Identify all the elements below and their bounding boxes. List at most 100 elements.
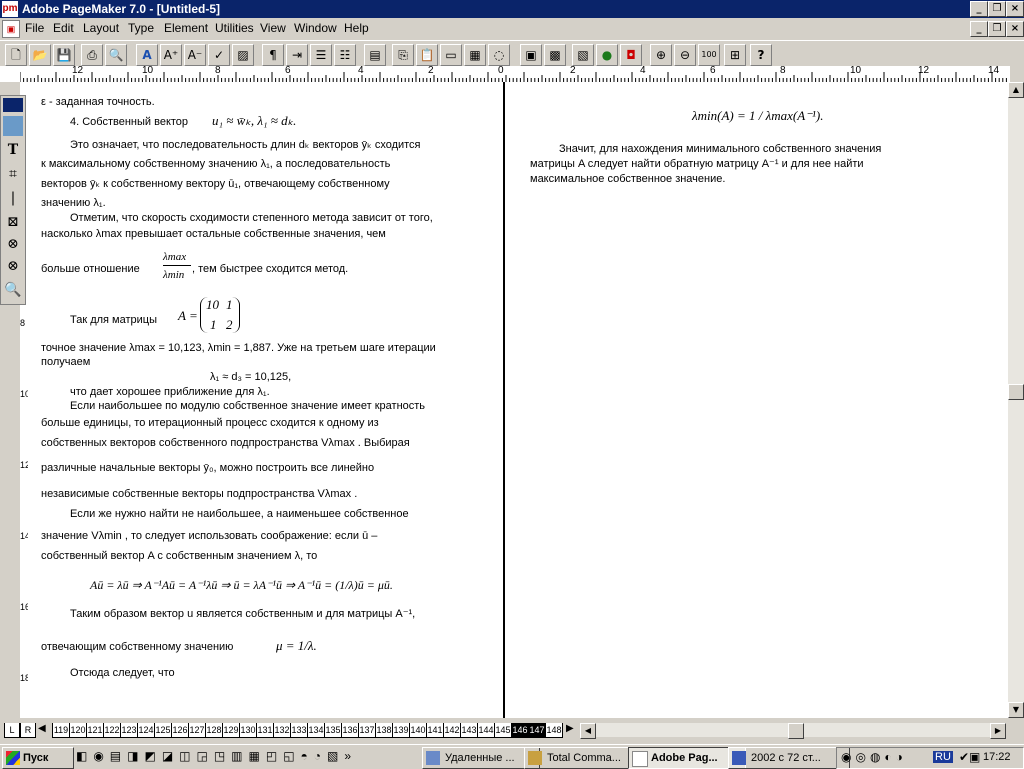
rectangle-frame-tool-icon[interactable]: ⊠ xyxy=(3,212,23,232)
link-icon[interactable]: ◌ xyxy=(488,44,510,66)
menu-utilities[interactable]: Utilities xyxy=(215,21,254,35)
vertical-scrollbar[interactable]: ▲ ▼ xyxy=(1008,82,1024,718)
horizontal-scrollbar[interactable]: ◀ ▶ xyxy=(580,723,1006,739)
paste-icon[interactable]: 📋 xyxy=(416,44,438,66)
numbering-icon[interactable]: ☷ xyxy=(334,44,356,66)
page-tab-143[interactable]: 143 xyxy=(460,723,478,738)
page-tab-128[interactable]: 128 xyxy=(205,723,223,738)
horizontal-ruler[interactable]: 12 10 8 6 4 2 0 2 4 6 8 10 12 14 xyxy=(20,66,1010,83)
tray-icons[interactable]: ◉◎◍◐◑ xyxy=(841,750,907,764)
page-tab-134[interactable]: 134 xyxy=(307,723,325,738)
zoom-in-icon[interactable]: ⊕ xyxy=(650,44,672,66)
page-tab-136[interactable]: 136 xyxy=(341,723,359,738)
copy-icon[interactable]: ⎘ xyxy=(392,44,414,66)
save-icon[interactable]: 💾 xyxy=(53,44,75,66)
page-tab-139[interactable]: 139 xyxy=(392,723,410,738)
scroll-down-button[interactable]: ▼ xyxy=(1008,702,1024,718)
hscroll-right-button[interactable]: ▶ xyxy=(990,723,1006,739)
page-tab-137[interactable]: 137 xyxy=(358,723,376,738)
pagemaker-app-icon[interactable]: pm xyxy=(2,1,18,17)
page-tab-146[interactable]: 146 xyxy=(511,723,529,738)
page-tab-129[interactable]: 129 xyxy=(222,723,240,738)
left-master-tab[interactable]: L xyxy=(4,723,20,738)
pointer-tool-icon[interactable] xyxy=(3,116,23,136)
page-tab-132[interactable]: 132 xyxy=(273,723,291,738)
fill-icon[interactable]: ▨ xyxy=(232,44,254,66)
polygon-frame-tool-icon[interactable]: ⊗ xyxy=(3,256,23,276)
page-tab-130[interactable]: 130 xyxy=(239,723,257,738)
menu-layout[interactable]: Layout xyxy=(83,21,119,35)
pdf-icon[interactable]: ◘ xyxy=(620,44,642,66)
frame-icon[interactable]: ▭ xyxy=(440,44,462,66)
document-icon[interactable]: ▣ xyxy=(2,20,20,38)
clock[interactable]: 17:22 xyxy=(983,751,1011,763)
page-tab-126[interactable]: 126 xyxy=(171,723,189,738)
doc-close-button[interactable]: × xyxy=(1006,21,1024,37)
help-icon[interactable]: ? xyxy=(750,44,772,66)
page-tab-120[interactable]: 120 xyxy=(69,723,87,738)
task-word-doc[interactable]: 2002 с 72 ст... xyxy=(728,747,850,769)
tray-extra-icons[interactable]: ✔▣ xyxy=(959,750,980,764)
paragraph-icon[interactable]: ¶ xyxy=(262,44,284,66)
page-tab-122[interactable]: 122 xyxy=(103,723,121,738)
zoom-out-icon[interactable]: ⊖ xyxy=(674,44,696,66)
page-tab-133[interactable]: 133 xyxy=(290,723,308,738)
quick-launch-icons[interactable]: ◧◉▤◨◩◪◫◲◳▥▦◰◱◓◔▧» xyxy=(76,749,416,765)
globe-icon[interactable]: ● xyxy=(596,44,618,66)
menu-element[interactable]: Element xyxy=(164,21,208,35)
text-tool-icon[interactable]: T xyxy=(3,140,23,160)
styles-icon[interactable]: ▤ xyxy=(364,44,386,66)
new-icon[interactable]: 🗋 xyxy=(5,44,27,66)
language-indicator[interactable]: RU xyxy=(933,751,953,763)
page-tab-119[interactable]: 119 xyxy=(52,723,70,738)
page-tab-123[interactable]: 123 xyxy=(120,723,138,738)
ruler-origin-box[interactable] xyxy=(0,66,20,83)
scroll-right-arrow[interactable]: ▶ xyxy=(566,723,574,734)
hscroll-thumb[interactable] xyxy=(788,723,804,739)
find-icon[interactable]: 🔍 xyxy=(105,44,127,66)
print-icon[interactable]: ⎙ xyxy=(81,44,103,66)
page-tab-131[interactable]: 131 xyxy=(256,723,274,738)
fit-window-icon[interactable]: ⊞ xyxy=(724,44,746,66)
page-tab-135[interactable]: 135 xyxy=(324,723,342,738)
doc-minimize-button[interactable]: _ xyxy=(970,21,988,37)
menu-window[interactable]: Window xyxy=(294,21,337,35)
scroll-up-button[interactable]: ▲ xyxy=(1008,82,1024,98)
export-image-icon[interactable]: ▧ xyxy=(572,44,594,66)
page-tab-125[interactable]: 125 xyxy=(154,723,172,738)
menu-edit[interactable]: Edit xyxy=(53,21,74,35)
page-tab-147[interactable]: 147 xyxy=(528,723,546,738)
line-tool-icon[interactable]: | xyxy=(3,188,23,208)
page-tab-148[interactable]: 148 xyxy=(545,723,563,738)
page-tab-121[interactable]: 121 xyxy=(86,723,104,738)
page-tab-124[interactable]: 124 xyxy=(137,723,155,738)
graphic-icon[interactable]: ▦ xyxy=(464,44,486,66)
start-button[interactable]: Пуск xyxy=(2,747,74,769)
place-image-icon[interactable]: ▩ xyxy=(544,44,566,66)
indents-tabs-icon[interactable]: ⇥ xyxy=(286,44,308,66)
page-tab-138[interactable]: 138 xyxy=(375,723,393,738)
page-tab-145[interactable]: 145 xyxy=(494,723,512,738)
bullets-icon[interactable]: ☰ xyxy=(310,44,332,66)
task-remote[interactable]: Удаленные ... xyxy=(422,747,540,769)
crop-tool-icon[interactable]: ⌗ xyxy=(3,164,23,184)
menu-help[interactable]: Help xyxy=(344,21,369,35)
ellipse-frame-tool-icon[interactable]: ⊗ xyxy=(3,234,23,254)
page-tab-140[interactable]: 140 xyxy=(409,723,427,738)
spelling-icon[interactable]: ✓ xyxy=(208,44,230,66)
scroll-thumb[interactable] xyxy=(1008,384,1024,400)
actual-size-icon[interactable]: 100 xyxy=(698,44,720,66)
scroll-left-arrow[interactable]: ◀ xyxy=(38,723,46,734)
close-button[interactable]: × xyxy=(1006,1,1024,17)
menu-type[interactable]: Type xyxy=(128,21,154,35)
font-size-decrease-icon[interactable]: A⁻ xyxy=(184,44,206,66)
open-icon[interactable]: 📂 xyxy=(29,44,51,66)
font-size-increase-icon[interactable]: A⁺ xyxy=(160,44,182,66)
page-tab-127[interactable]: 127 xyxy=(188,723,206,738)
doc-restore-button[interactable]: ❐ xyxy=(988,21,1006,37)
page-tab-141[interactable]: 141 xyxy=(426,723,444,738)
font-icon[interactable]: A xyxy=(136,44,158,66)
zoom-tool-icon[interactable]: 🔍 xyxy=(3,280,23,300)
page-tab-144[interactable]: 144 xyxy=(477,723,495,738)
minimize-button[interactable]: _ xyxy=(970,1,988,17)
